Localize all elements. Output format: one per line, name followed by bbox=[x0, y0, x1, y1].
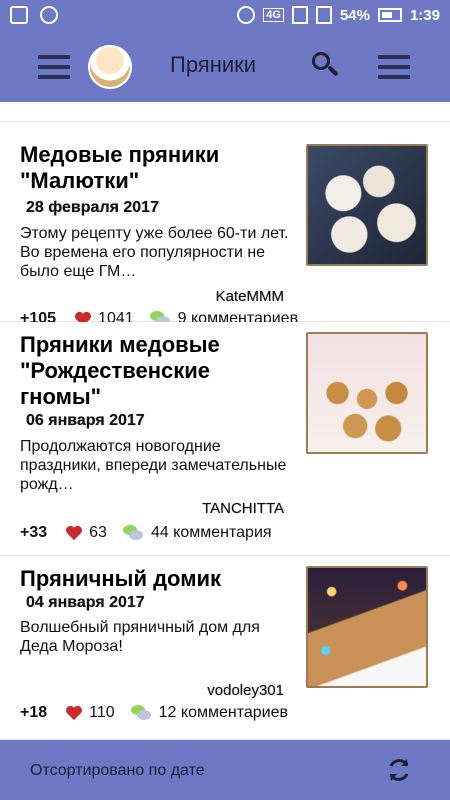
comment-count[interactable]: 12 комментариев bbox=[159, 704, 288, 722]
clock: 1:39 bbox=[409, 6, 440, 24]
list-item[interactable]: Пряничный домик 04 января 2017 Волшебный… bbox=[0, 556, 450, 740]
menu-icon[interactable] bbox=[38, 55, 70, 79]
battery-percent: 54% bbox=[339, 6, 370, 24]
recipe-title[interactable]: Медовые пряники "Малютки" bbox=[20, 142, 290, 194]
recipe-stats: +33 63 44 комментария bbox=[20, 524, 272, 542]
like-count: 110 bbox=[89, 704, 115, 721]
refresh-icon[interactable] bbox=[385, 756, 413, 784]
alarm-icon bbox=[237, 6, 256, 24]
comments-icon[interactable] bbox=[130, 705, 153, 721]
signal-icon bbox=[291, 6, 308, 24]
gallery-notification-icon bbox=[10, 6, 28, 24]
list-scrolled-edge bbox=[0, 102, 450, 122]
battery-icon bbox=[377, 8, 402, 22]
signal-2-icon bbox=[315, 6, 332, 24]
list-item[interactable]: Пряники медовые "Рождественские гномы" 0… bbox=[0, 322, 450, 556]
app-bar: Пряники bbox=[0, 32, 450, 102]
search-icon[interactable] bbox=[312, 52, 339, 78]
list-item[interactable]: Медовые пряники "Малютки" 28 февраля 201… bbox=[0, 122, 450, 327]
recipe-list[interactable]: Медовые пряники "Малютки" 28 февраля 201… bbox=[0, 102, 450, 740]
recipe-date: 04 января 2017 bbox=[26, 594, 145, 611]
chef-logo bbox=[88, 45, 132, 89]
recipe-date: 06 января 2017 bbox=[26, 412, 145, 429]
bottom-bar: Отсортировано по дате bbox=[0, 740, 450, 800]
recipe-thumbnail[interactable] bbox=[306, 566, 428, 688]
page-title: Пряники bbox=[170, 52, 257, 77]
recipe-title[interactable]: Пряники медовые "Рождественские гномы" bbox=[20, 332, 290, 410]
comment-count[interactable]: 44 комментария bbox=[151, 524, 272, 542]
sync-notification-icon bbox=[40, 6, 58, 24]
vote-count: +18 bbox=[20, 704, 48, 721]
recipe-thumbnail[interactable] bbox=[306, 332, 428, 454]
heart-icon[interactable] bbox=[65, 525, 83, 541]
recipe-date: 28 февраля 2017 bbox=[26, 199, 159, 216]
recipe-author[interactable]: KateMMM bbox=[216, 288, 284, 305]
recipe-description: Волшебный пряничный дом для Деда Мороза! bbox=[20, 619, 260, 655]
recipe-stats: +18 110 12 комментариев bbox=[20, 704, 288, 722]
sort-label[interactable]: Отсортировано по дате bbox=[30, 762, 205, 780]
recipe-description: Этому рецепту уже более 60-ти лет. Во вр… bbox=[20, 225, 289, 280]
like-count: 63 bbox=[89, 524, 107, 541]
recipe-thumbnail[interactable] bbox=[306, 144, 428, 266]
recipe-author[interactable]: TANCHITTA bbox=[202, 500, 284, 517]
options-menu-icon[interactable] bbox=[378, 55, 410, 79]
network-type: 4G bbox=[263, 8, 284, 22]
vote-count: +33 bbox=[20, 524, 48, 541]
status-bar: 4G 54% 1:39 bbox=[0, 0, 450, 32]
heart-icon[interactable] bbox=[65, 705, 83, 721]
comments-icon[interactable] bbox=[122, 525, 145, 541]
recipe-description: Продолжаются новогодние праздники, впере… bbox=[20, 438, 287, 493]
recipe-title[interactable]: Пряничный домик bbox=[20, 566, 290, 592]
recipe-author[interactable]: vodoley301 bbox=[207, 682, 284, 699]
